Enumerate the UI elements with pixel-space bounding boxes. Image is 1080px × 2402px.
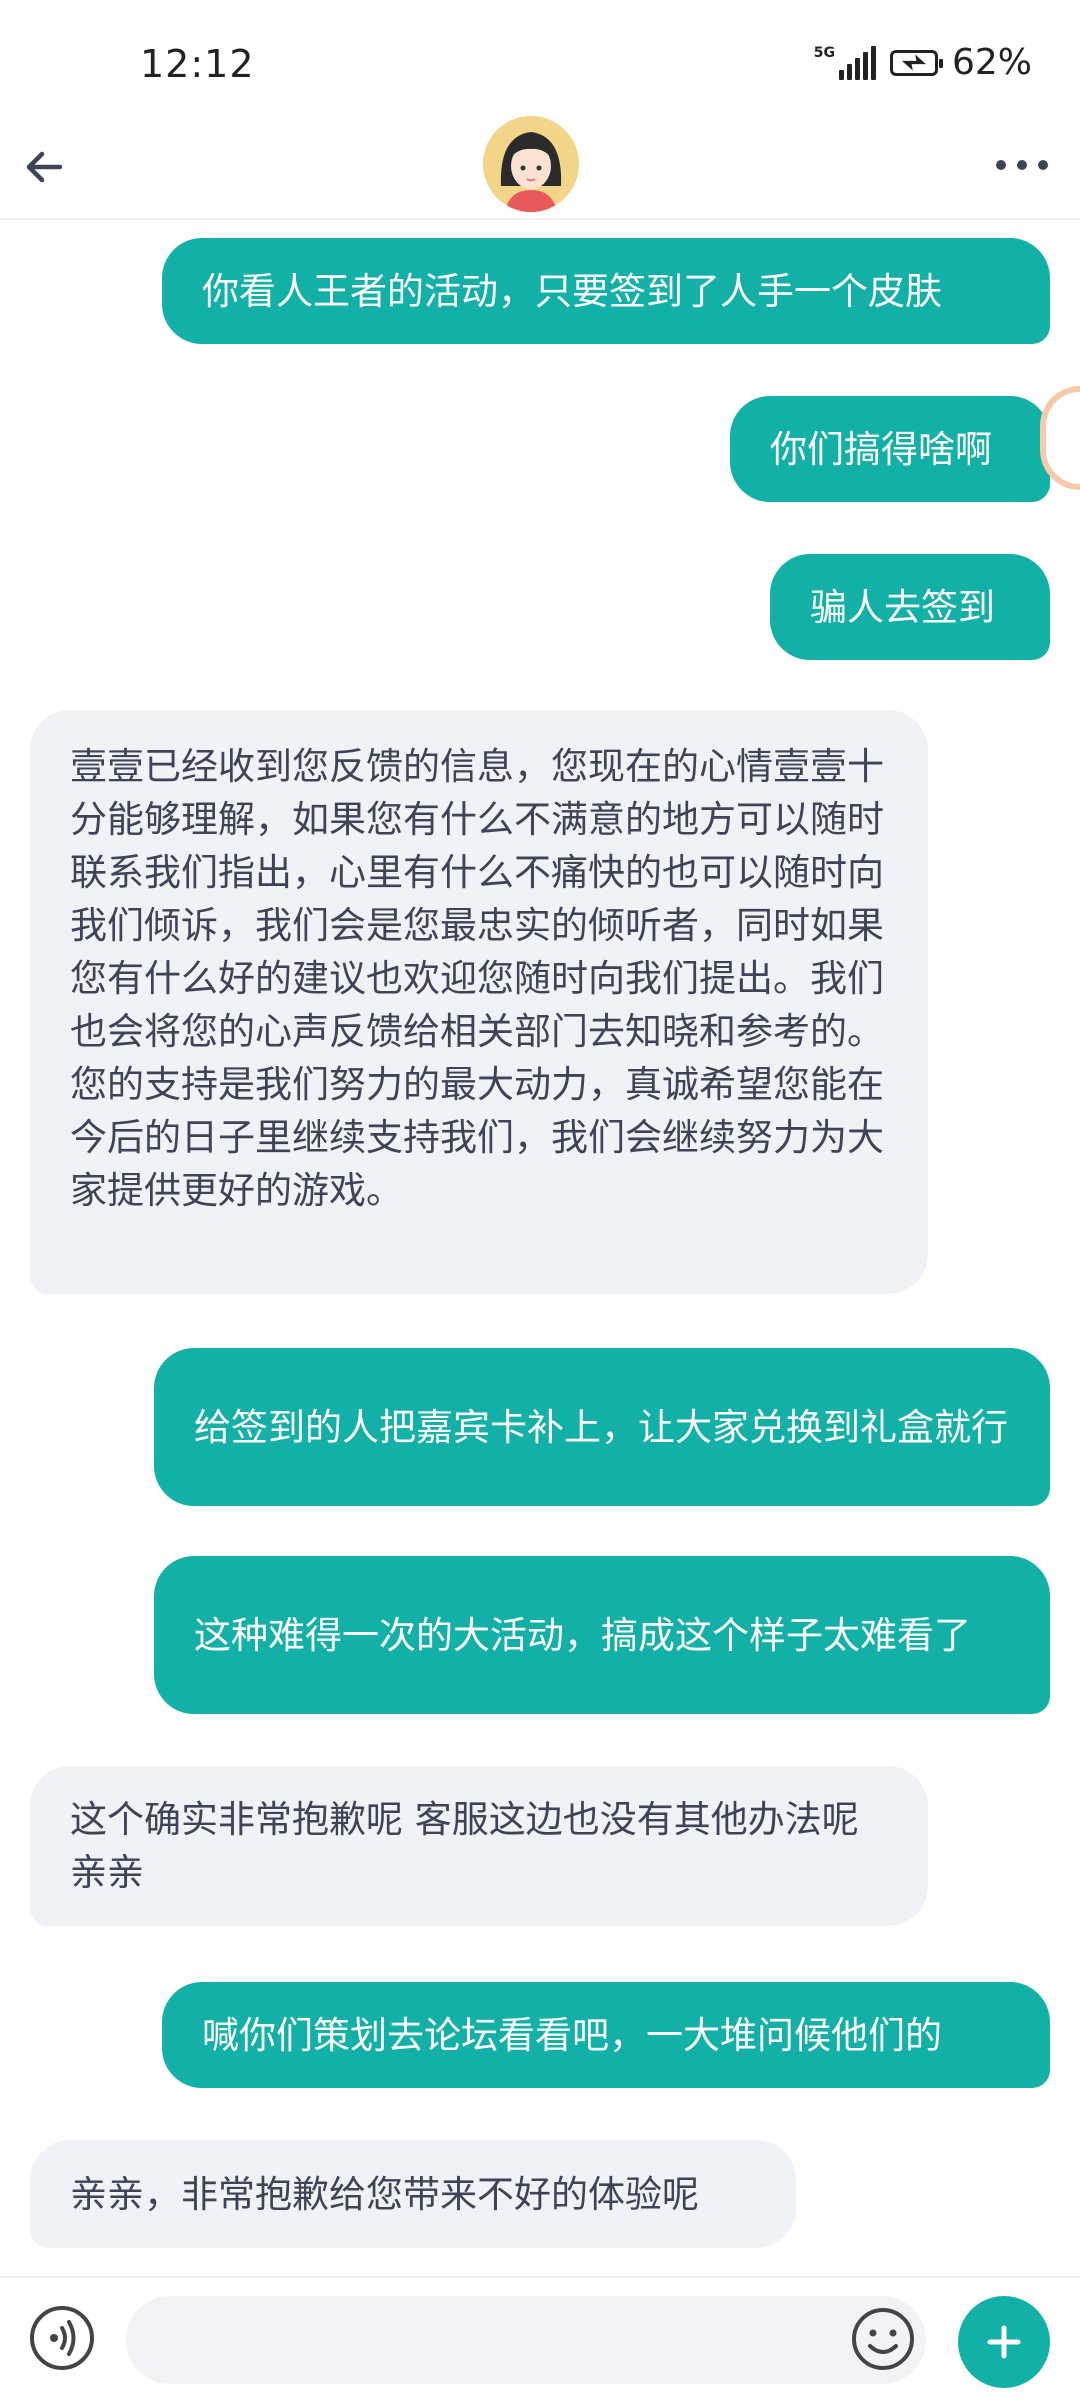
more-dots-icon[interactable] (994, 158, 1050, 172)
message-text: 骗人去签到 (810, 585, 995, 629)
message-input[interactable] (126, 2296, 926, 2384)
avatar[interactable] (483, 116, 579, 212)
message-text: 你们搞得啥啊 (770, 427, 992, 471)
message-bubble-outgoing[interactable]: 给签到的人把嘉宾卡补上，让大家兑换到礼盒就行 (154, 1348, 1050, 1506)
message-bubble-incoming[interactable]: 这个确实非常抱歉呢 客服这边也没有其他办法呢 亲亲 (30, 1766, 928, 1926)
message-text: 喊你们策划去论坛看看吧，一大堆问候他们的 (202, 2013, 942, 2057)
message-bubble-incoming[interactable]: 亲亲，非常抱歉给您带来不好的体验呢 (30, 2140, 796, 2248)
chat-header (0, 116, 1080, 220)
message-bubble-incoming[interactable]: 壹壹已经收到您反馈的信息，您现在的心情壹壹十分能够理解，如果您有什么不满意的地方… (30, 710, 928, 1294)
status-time: 12:12 (140, 42, 255, 86)
status-bar: 12:12 5G 62% (0, 0, 1080, 120)
message-bubble-outgoing[interactable]: 你们搞得啥啊 (730, 396, 1050, 502)
voice-icon (50, 2320, 76, 2356)
message-text: 这个确实非常抱歉呢 客服这边也没有其他办法呢 亲亲 (70, 1798, 859, 1894)
message-text: 这种难得一次的大活动，搞成这个样子太难看了 (194, 1613, 971, 1657)
message-text: 给签到的人把嘉宾卡补上，让大家兑换到礼盒就行 (194, 1405, 1008, 1449)
message-text: 壹壹已经收到您反馈的信息，您现在的心情壹壹十分能够理解，如果您有什么不满意的地方… (70, 745, 884, 1212)
plus-icon (987, 2325, 1021, 2359)
voice-button[interactable] (30, 2306, 94, 2370)
composer-bar (0, 2276, 1080, 2402)
message-bubble-outgoing[interactable]: 你看人王者的活动，只要签到了人手一个皮肤 (162, 238, 1050, 344)
message-bubble-outgoing[interactable]: 喊你们策划去论坛看看吧，一大堆问候他们的 (162, 1982, 1050, 2088)
emoji-icon[interactable] (850, 2306, 916, 2372)
network-type: 5G (813, 44, 835, 61)
message-bubble-outgoing[interactable]: 这种难得一次的大活动，搞成这个样子太难看了 (154, 1556, 1050, 1714)
battery-icon (889, 49, 943, 76)
battery-level: 62% (951, 42, 1032, 83)
plus-button[interactable] (958, 2296, 1050, 2388)
arrow-left-icon[interactable] (20, 142, 70, 192)
customer-service-avatar-icon (483, 116, 579, 212)
signal-icon (838, 45, 876, 80)
status-icons: 5G 62% (814, 42, 1032, 83)
message-text: 亲亲，非常抱歉给您带来不好的体验呢 (70, 2172, 699, 2216)
message-bubble-outgoing[interactable]: 骗人去签到 (770, 554, 1050, 660)
chat-list[interactable]: 你看人王者的活动，只要签到了人手一个皮肤 你们搞得啥啊 骗人去签到 壹壹已经收到… (0, 220, 1080, 2260)
message-text: 你看人王者的活动，只要签到了人手一个皮肤 (202, 269, 942, 313)
